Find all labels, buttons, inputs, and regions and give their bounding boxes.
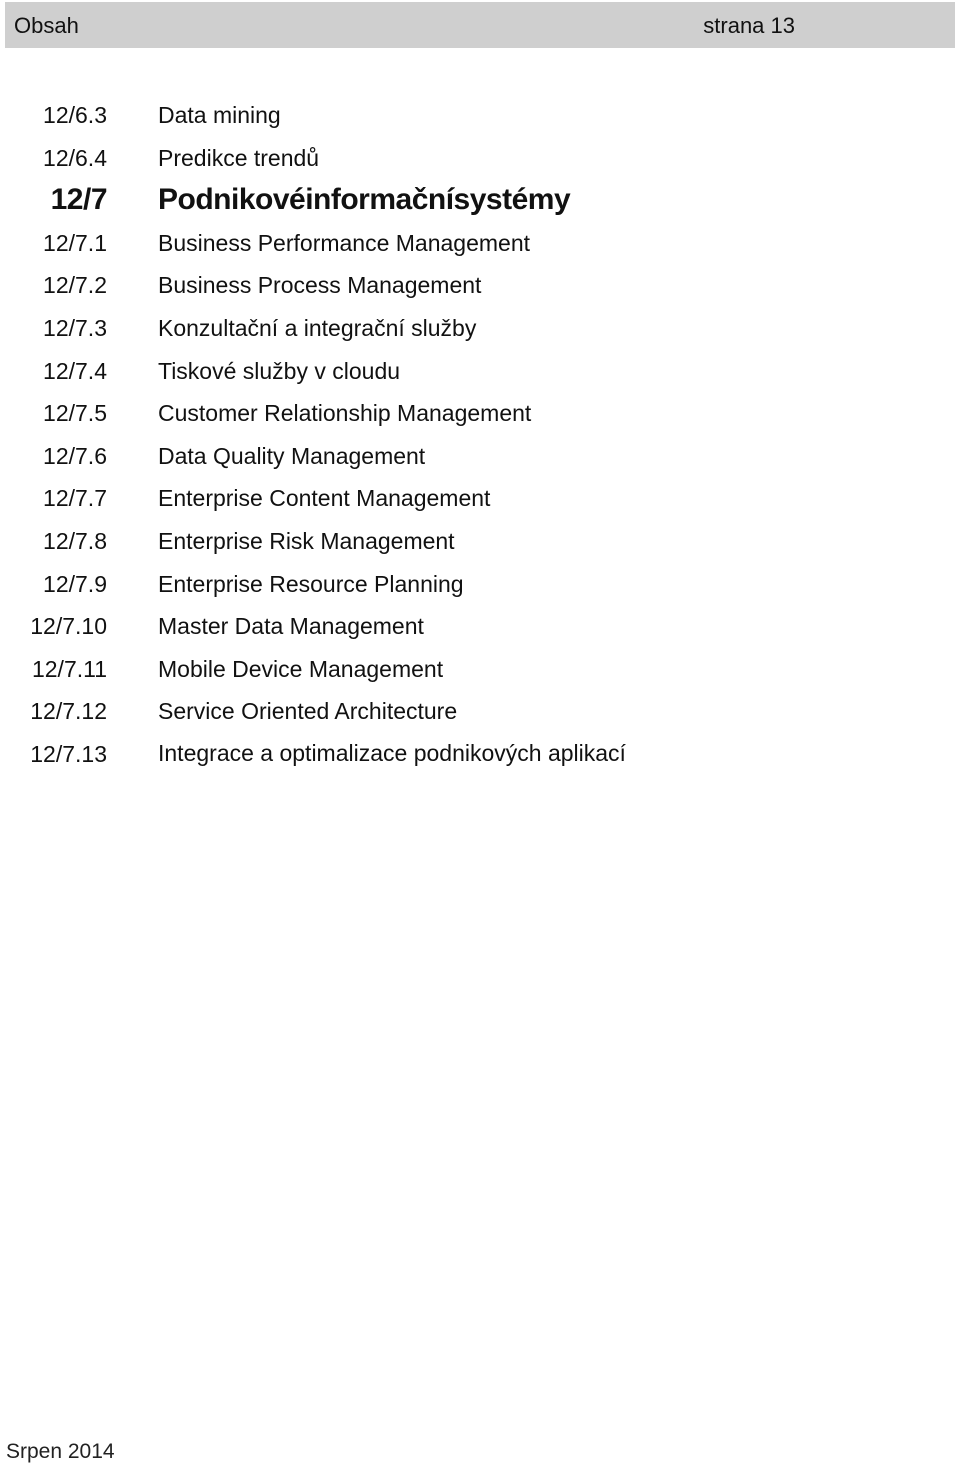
toc-entry-number: 12/7.7 <box>43 485 107 512</box>
toc-entry-number: 12/7.4 <box>43 357 107 384</box>
toc-entry-title: Konzultační a integrační služby <box>158 314 477 341</box>
toc-entry[interactable]: 12/7.6 Data Quality Management <box>0 437 960 480</box>
toc-entry[interactable]: 12/7.13 Integrace a optimalizace podniko… <box>0 735 960 821</box>
toc-entry[interactable]: 12/7.4 Tiskové služby v cloudu <box>0 352 960 395</box>
toc-entry-number: 12/7.2 <box>43 272 107 299</box>
toc-entry-number: 12/7.3 <box>43 314 107 341</box>
toc-entry[interactable]: 12/7.12 Service Oriented Architecture <box>0 692 960 735</box>
toc-entry-title: Integrace a optimalizace podnikových apl… <box>158 739 626 766</box>
page-number: strana 13 <box>703 13 795 38</box>
toc-entry-title: Service Oriented Architecture <box>158 698 458 725</box>
toc-entry-number: 12/7.9 <box>43 570 107 597</box>
toc-entry-title: Tiskové služby v cloudu <box>158 357 401 384</box>
toc-entry-number: 12/7.13 <box>30 740 107 767</box>
toc-entry-number: 12/7.5 <box>43 400 107 427</box>
footer-date: Srpen 2014 <box>6 1440 115 1463</box>
toc-entry-number: 12/6.3 <box>43 102 107 128</box>
table-of-contents: 12/6.3 Data mining 12/6.4 Predikce trend… <box>0 96 960 821</box>
toc-entry[interactable]: 12/7.1 Business Performance Management <box>0 224 960 267</box>
toc-chapter-number: 12/7 <box>50 183 108 217</box>
toc-entry-number: 12/7.6 <box>43 442 107 469</box>
toc-entry[interactable]: 12/7.3 Konzultační a integrační služby <box>0 309 960 352</box>
toc-entry-title: Master Data Management <box>158 613 424 640</box>
header-title: Obsah <box>14 13 79 38</box>
toc-entry-title: Data Quality Management <box>158 442 426 469</box>
toc-chapter-entry[interactable]: 12/7 Podnikovéinformačnísystémy <box>0 181 960 224</box>
toc-entry-title: Customer Relationship Management <box>158 400 532 427</box>
toc-entry-number: 12/6.4 <box>43 144 107 171</box>
toc-entry-title: Enterprise Resource Planning <box>158 570 464 597</box>
toc-entry[interactable]: 12/7.2 Business Process Management <box>0 266 960 309</box>
toc-entry[interactable]: 12/6.3 Data mining <box>0 96 960 139</box>
page-header: Obsah strana 13 <box>5 2 955 48</box>
toc-entry[interactable]: 12/7.5 Customer Relationship Management <box>0 394 960 437</box>
toc-entry-number: 12/7.11 <box>31 655 107 682</box>
toc-entry-number: 12/7.12 <box>30 698 107 725</box>
toc-entry-title: Predikce trendů <box>158 144 320 171</box>
toc-entry-title: Enterprise Content Management <box>158 485 491 512</box>
toc-entry-title: Business Performance Management <box>158 229 531 256</box>
toc-entry[interactable]: 12/6.4 Predikce trendů <box>0 139 960 182</box>
toc-entry[interactable]: 12/7.10 Master Data Management <box>0 607 960 650</box>
toc-entry-number: 12/7.8 <box>43 527 107 554</box>
toc-entry[interactable]: 12/7.11 Mobile Device Management <box>0 650 960 693</box>
toc-entry[interactable]: 12/7.7 Enterprise Content Management <box>0 479 960 522</box>
toc-entry-number: 12/7.1 <box>43 229 107 256</box>
toc-entry[interactable]: 12/7.9 Enterprise Resource Planning <box>0 565 960 608</box>
toc-entry-title: Data mining <box>158 102 281 128</box>
toc-entry-title: Business Process Management <box>158 272 482 299</box>
toc-chapter-title: Podnikovéinformačnísystémy <box>158 183 571 217</box>
toc-entry-number: 12/7.10 <box>30 613 107 640</box>
toc-entry[interactable]: 12/7.8 Enterprise Risk Management <box>0 522 960 565</box>
toc-entry-title: Mobile Device Management <box>158 655 444 682</box>
toc-entry-title: Enterprise Risk Management <box>158 527 455 554</box>
